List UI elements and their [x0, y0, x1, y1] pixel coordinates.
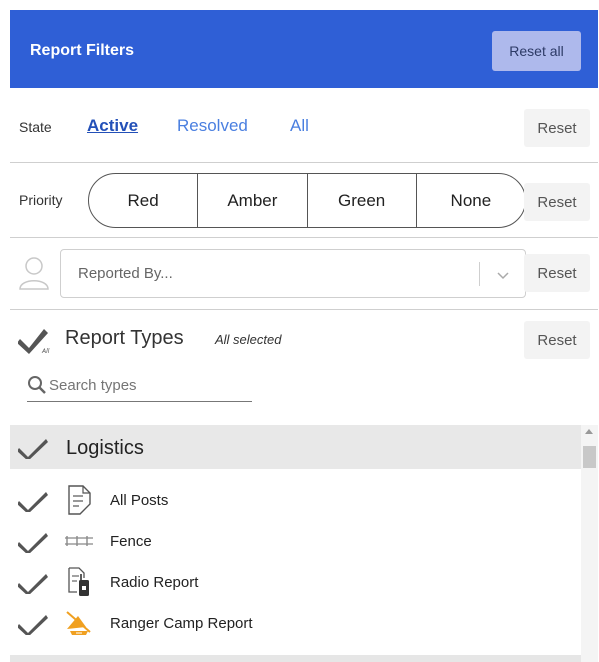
priority-option-green[interactable]: Green [308, 174, 417, 227]
radio-report-icon [68, 567, 89, 596]
check-icon[interactable] [18, 572, 48, 594]
state-filter-row: State Active Resolved All Reset [10, 88, 598, 163]
priority-option-none[interactable]: None [417, 174, 525, 227]
scroll-up-arrow-icon[interactable] [585, 429, 593, 434]
page-title: Report Filters [30, 42, 135, 59]
report-types-section: All Report Types All selected Reset [10, 310, 598, 425]
list-item-label: Radio Report [110, 574, 199, 591]
list-item-fence[interactable]: Fence [10, 521, 581, 561]
list-item-label: Fence [110, 533, 152, 550]
priority-option-red[interactable]: Red [89, 174, 199, 227]
reported-by-row: Reported By... Reset [10, 238, 598, 310]
scroll-thumb[interactable] [583, 446, 596, 468]
report-types-subtitle: All selected [215, 332, 282, 347]
state-label: State [19, 119, 52, 135]
list-item-radio-report[interactable]: Radio Report [10, 562, 581, 602]
reported-by-placeholder: Reported By... [78, 265, 173, 282]
dropdown-separator [479, 262, 480, 286]
report-types-reset-button[interactable]: Reset [524, 321, 590, 359]
person-icon [19, 257, 49, 290]
svg-text:All: All [41, 348, 50, 354]
priority-option-amber[interactable]: Amber [198, 174, 308, 227]
priority-filter-row: Priority Red Amber Green None Reset [10, 163, 598, 238]
search-types-input[interactable] [49, 374, 249, 396]
list-item-all-posts[interactable]: All Posts [10, 480, 581, 520]
report-types-list: Logistics All Posts Fence Radio Report R… [10, 425, 598, 662]
check-icon[interactable] [18, 531, 48, 553]
list-item-ranger-camp-report[interactable]: Ranger Camp Report [10, 603, 581, 643]
priority-reset-button[interactable]: Reset [524, 183, 590, 221]
check-icon[interactable] [18, 613, 48, 635]
list-scrollbar[interactable] [581, 425, 598, 662]
reported-by-select[interactable]: Reported By... [60, 249, 526, 298]
priority-segmented-control: Red Amber Green None [88, 173, 526, 228]
list-bottom-divider [10, 655, 581, 662]
search-icon [28, 376, 46, 394]
list-item-label: Ranger Camp Report [110, 615, 253, 632]
document-icon [68, 485, 91, 515]
check-icon[interactable] [18, 437, 48, 459]
reset-all-button[interactable]: Reset all [492, 31, 581, 71]
check-icon[interactable] [18, 490, 48, 512]
state-reset-button[interactable]: Reset [524, 109, 590, 147]
select-all-check-icon[interactable]: All [18, 324, 52, 354]
tab-resolved[interactable]: Resolved [177, 116, 248, 136]
chevron-down-icon[interactable] [495, 267, 511, 283]
tab-active[interactable]: Active [87, 116, 138, 136]
fence-icon [65, 536, 93, 546]
group-header-logistics[interactable]: Logistics [10, 425, 581, 469]
search-types-field [27, 370, 252, 402]
filters-header: Report Filters Reset all [10, 10, 598, 88]
priority-label: Priority [19, 192, 63, 208]
ranger-camp-icon [66, 611, 91, 635]
tab-all[interactable]: All [290, 116, 309, 136]
reported-by-reset-button[interactable]: Reset [524, 254, 590, 292]
group-label: Logistics [66, 437, 144, 459]
report-types-title: Report Types [65, 327, 184, 349]
list-item-label: All Posts [110, 492, 169, 509]
